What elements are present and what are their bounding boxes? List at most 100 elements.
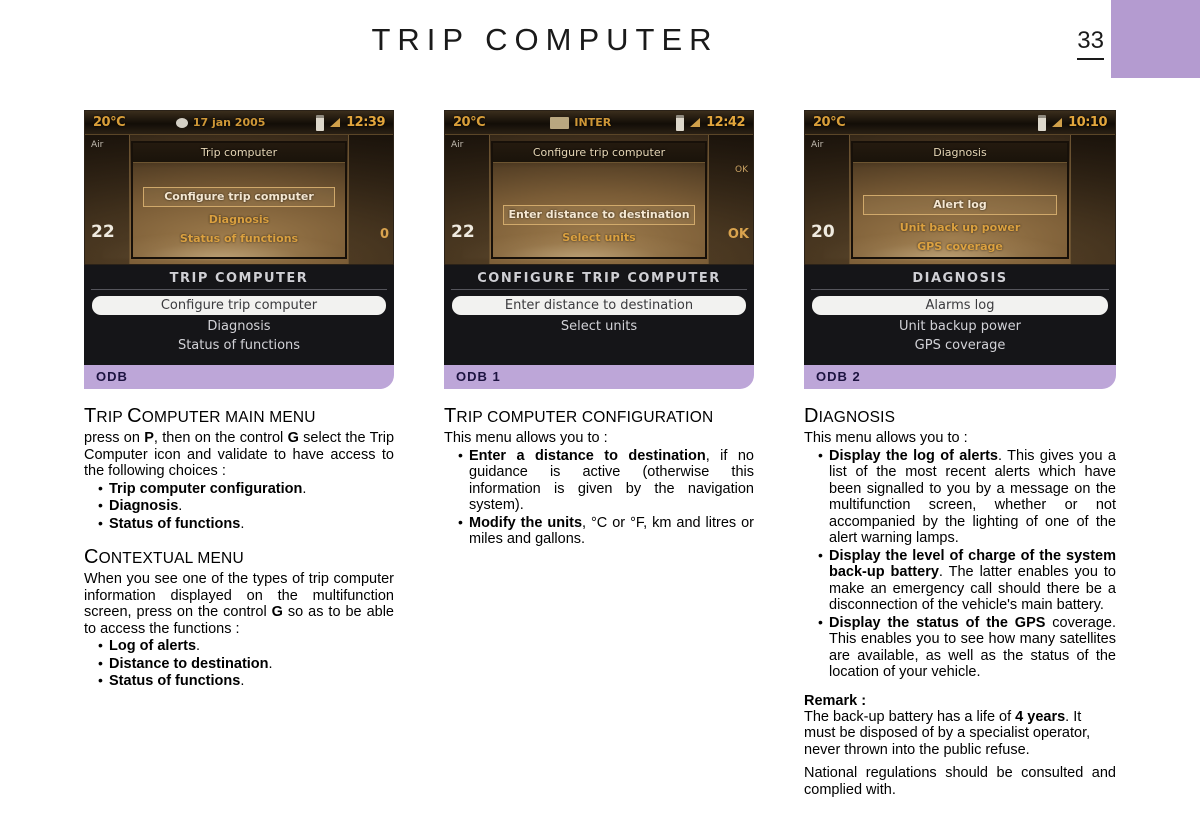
right-climate-gauge: 0 <box>348 135 393 264</box>
heading-part: RIP COMPUTER CONFIGURATION <box>456 409 714 426</box>
nav-menu-dialog-2: Configure trip computer Enter distance t… <box>491 141 707 259</box>
section-bullets: Display the log of alerts. This gives yo… <box>804 447 1116 681</box>
heading-part: T <box>84 405 97 427</box>
lcd-menu-item[interactable]: Configure trip computer <box>92 296 386 315</box>
nav-menu-item[interactable]: Configure trip computer <box>143 187 335 207</box>
status-bar-middle: INTER <box>485 116 676 129</box>
nav-menu-list-2: Enter distance to destination Select uni… <box>493 205 705 249</box>
left-climate-gauge: Air 22 <box>85 135 130 264</box>
page-number: 33 <box>1077 27 1104 60</box>
nav-screen-body-2: Air 22 OK OK Configure trip computer Ent… <box>445 135 753 264</box>
nav-menu-item[interactable]: GPS coverage <box>853 239 1067 255</box>
nav-screen-photo-1: 20°C 17 jan 2005 12:39 Air 22 0 Trip com… <box>84 110 394 265</box>
section-paragraph: This menu allows you to : <box>444 430 608 446</box>
heading-part: T <box>444 405 457 427</box>
nav-menu-item[interactable]: Status of functions <box>133 231 345 247</box>
lcd-menu-item[interactable]: Status of functions <box>88 336 390 355</box>
right-gauge-value: 0 <box>379 227 389 242</box>
section-heading: TRIP COMPUTER MAIN MENU <box>84 405 394 428</box>
section-diagnosis: DIAGNOSIS This menu allows you to : Disp… <box>804 405 1116 798</box>
nav-menu-item[interactable]: Enter distance to destination <box>503 205 695 225</box>
lcd-menu-item[interactable]: Diagnosis <box>88 317 390 336</box>
bullet-item: Status of functions. <box>98 515 394 533</box>
chip-icon <box>550 116 570 129</box>
section-paragraph: press on P, then on the control G select… <box>84 430 395 479</box>
lcd-menu-item[interactable]: Select units <box>448 317 750 336</box>
heading-part: ONTEXTUAL MENU <box>98 550 244 567</box>
nav-menu-item[interactable]: Unit back up power <box>853 220 1067 236</box>
page-title: TRIP COMPUTER <box>371 22 719 57</box>
nav-menu-item[interactable]: Diagnosis <box>133 212 345 228</box>
column-diagnosis: 20°C 10:10 Air 20 Diagnosis Alert log Un… <box>804 110 1116 798</box>
bullet-item: Distance to destination. <box>98 655 394 673</box>
bullet-item: Display the level of charge of the syste… <box>818 547 1116 614</box>
clock: 10:10 <box>1068 115 1107 130</box>
nav-screen-body-3: Air 20 Diagnosis Alert log Unit back up … <box>805 135 1115 264</box>
odb-label: ODB 2 <box>816 369 861 384</box>
outside-temperature: 20°C <box>813 115 846 130</box>
section-contextual-menu: CONTEXTUAL MENU When you see one of the … <box>84 546 394 690</box>
right-gauge-value: OK <box>727 227 749 242</box>
odb-label: ODB <box>96 369 128 384</box>
nav-menu-item[interactable]: Select units <box>493 230 705 246</box>
lcd-menu-item[interactable]: Alarms log <box>812 296 1108 315</box>
signal-icon <box>1052 118 1063 127</box>
status-bar-middle: 17 jan 2005 <box>125 116 316 129</box>
column-trip-computer-main-menu: 20°C 17 jan 2005 12:39 Air 22 0 Trip com… <box>84 110 394 691</box>
lcd-menu-item-empty <box>448 336 750 355</box>
heading-part: C <box>127 405 142 427</box>
bullet-item: Modify the units, °C or °F, km and litre… <box>458 514 754 548</box>
lcd-display-2: CONFIGURE TRIP COMPUTER Enter distance t… <box>444 265 754 365</box>
remark-paragraph: National regulations should be consulted… <box>804 765 1116 798</box>
left-gauge-value: 22 <box>451 222 475 242</box>
section-paragraph: This menu allows you to : <box>804 430 968 446</box>
lcd-title: TRIP COMPUTER <box>91 271 387 290</box>
remark-paragraph: The back-up battery has a life of 4 year… <box>804 708 1091 758</box>
section-heading: DIAGNOSIS <box>804 405 1116 428</box>
section-heading: TRIP COMPUTER CONFIGURATION <box>444 405 754 428</box>
nav-dialog-title: Diagnosis <box>853 143 1067 163</box>
status-bar-mode: INTER <box>574 116 612 129</box>
battery-icon <box>676 114 685 131</box>
nav-status-bar-2: 20°C INTER 12:42 <box>445 111 753 135</box>
section-trip-computer-main-menu: TRIP COMPUTER MAIN MENU press on P, then… <box>84 405 394 532</box>
nav-menu-dialog-1: Trip computer Configure trip computer Di… <box>131 141 347 259</box>
status-bar-right: 10:10 <box>1038 114 1107 131</box>
heading-part: IAGNOSIS <box>818 409 896 426</box>
lcd-display-3: DIAGNOSIS Alarms log Unit backup power G… <box>804 265 1116 365</box>
nav-menu-item[interactable]: Alert log <box>863 195 1057 215</box>
odb-label: ODB 1 <box>456 369 501 384</box>
nav-menu-list-1: Configure trip computer Diagnosis Status… <box>133 187 345 250</box>
left-gauge-value: 20 <box>811 222 835 242</box>
left-gauge-label: Air <box>451 140 464 150</box>
signal-icon <box>330 118 341 127</box>
left-climate-gauge: Air 22 <box>445 135 490 264</box>
corner-color-tab <box>1111 0 1200 78</box>
lcd-display-1: TRIP COMPUTER Configure trip computer Di… <box>84 265 394 365</box>
outside-temperature: 20°C <box>93 115 126 130</box>
nav-status-bar-3: 20°C 10:10 <box>805 111 1115 135</box>
lcd-menu-item[interactable]: Enter distance to destination <box>452 296 746 315</box>
section-bullets: Log of alerts. Distance to destination. … <box>84 637 394 690</box>
heading-part: RIP <box>96 409 128 426</box>
nav-screen-photo-2: 20°C INTER 12:42 Air 22 OK OK Configure … <box>444 110 754 265</box>
lcd-title: CONFIGURE TRIP COMPUTER <box>451 271 747 290</box>
outside-temperature: 20°C <box>453 115 486 130</box>
left-climate-gauge: Air 20 <box>805 135 850 264</box>
odb-band-3: ODB 2 <box>804 365 1116 389</box>
heading-part: C <box>84 546 99 568</box>
lcd-menu-item[interactable]: Unit backup power <box>808 317 1112 336</box>
nav-menu-list-3: Alert log Unit back up power GPS coverag… <box>853 195 1067 258</box>
signal-icon <box>690 118 701 127</box>
section-heading: CONTEXTUAL MENU <box>84 546 394 569</box>
bullet-item: Display the status of the GPS coverage. … <box>818 614 1116 681</box>
section-trip-computer-configuration: TRIP COMPUTER CONFIGURATION This menu al… <box>444 405 754 548</box>
odb-band-2: ODB 1 <box>444 365 754 389</box>
nav-dialog-title: Trip computer <box>133 143 345 163</box>
bullet-item: Trip computer configuration. <box>98 480 394 498</box>
content-columns: 20°C 17 jan 2005 12:39 Air 22 0 Trip com… <box>0 110 1200 828</box>
bullet-item: Enter a distance to destination, if no g… <box>458 447 754 514</box>
lcd-menu-item[interactable]: GPS coverage <box>808 336 1112 355</box>
